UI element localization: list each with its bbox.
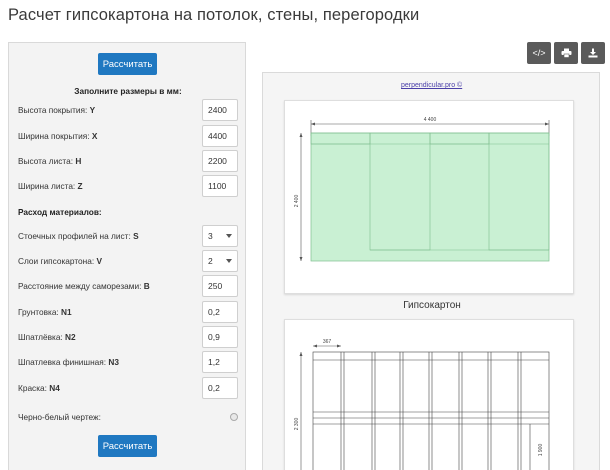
calculate-button-bottom[interactable]: Рассчитать [98,435,157,457]
rack-profiles-select[interactable]: 3 [202,225,238,247]
download-button[interactable] [581,42,605,64]
primer-input[interactable]: 0,2 [202,301,238,323]
frame-small-label: 1 900 [538,444,544,457]
code-icon: </> [532,48,546,58]
dimensions-heading: Заполните размеры в мм: [74,86,182,96]
drywall-sheets-drawing: 4 400 2 400 [284,100,574,294]
source-link[interactable]: perpendicular.pro © [401,82,462,89]
rack-profiles-label: Стоечных профилей на лист: S [18,231,139,241]
finish-putty-label: Шпатлевка финишная: N3 [18,357,119,367]
layers-value: 2 [208,256,213,266]
profile-frame-svg: 367 2 300 1 900 [294,339,550,470]
sheet-width-label: Ширина листа: Z [18,181,83,191]
materials-heading: Расход материалов: [18,207,102,217]
download-icon [588,48,598,58]
paint-label: Краска: N4 [18,383,60,393]
profile-frame-drawing: 367 2 300 1 900 [284,319,574,470]
height-dimension-label: 2 400 [294,195,300,208]
drywall-sheets-svg: 4 400 2 400 [294,117,550,262]
screw-distance-input[interactable]: 250 [202,275,238,297]
sheet-height-label: Высота листа: H [18,156,82,166]
calculator-form: Рассчитать Заполните размеры в мм: Высот… [8,42,246,470]
finish-putty-input[interactable]: 1,2 [202,351,238,373]
layers-select[interactable]: 2 [202,250,238,272]
chevron-down-icon [226,259,232,263]
height-cover-input[interactable]: 2400 [202,99,238,121]
preview-toolbar: </> [527,42,605,64]
width-dimension-label: 4 400 [424,117,437,123]
drawing-preview: perpendicular.pro © 4 400 2 400 Гипсокар… [262,72,600,470]
embed-code-button[interactable]: </> [527,42,551,64]
paint-input[interactable]: 0,2 [202,377,238,399]
sheet-height-input[interactable]: 2200 [202,150,238,172]
calculate-button-top[interactable]: Рассчитать [98,53,157,75]
print-button[interactable] [554,42,578,64]
sheet-width-input[interactable]: 1100 [202,175,238,197]
bw-drawing-label: Черно-белый чертеж: [18,412,101,422]
height-cover-label: Высота покрытия: Y [18,105,96,115]
bw-drawing-checkbox[interactable] [230,413,238,421]
page-title: Расчет гипсокартона на потолок, стены, п… [8,6,420,24]
print-icon [561,48,571,58]
spacing-dimension-label: 367 [323,339,332,345]
width-cover-input[interactable]: 4400 [202,125,238,147]
layers-label: Слои гипсокартона: V [18,256,103,266]
chevron-down-icon [226,234,232,238]
width-cover-label: Ширина покрытия: X [18,131,98,141]
rack-profiles-value: 3 [208,231,213,241]
screw-distance-label: Расстояние между саморезами: B [18,281,150,291]
profile-grid [312,351,550,470]
drawing1-caption: Гипсокартон [403,300,461,311]
primer-label: Грунтовка: N1 [18,307,72,317]
putty-label: Шпатлёвка: N2 [18,332,76,342]
frame-height-label: 2 300 [294,418,300,431]
putty-input[interactable]: 0,9 [202,326,238,348]
